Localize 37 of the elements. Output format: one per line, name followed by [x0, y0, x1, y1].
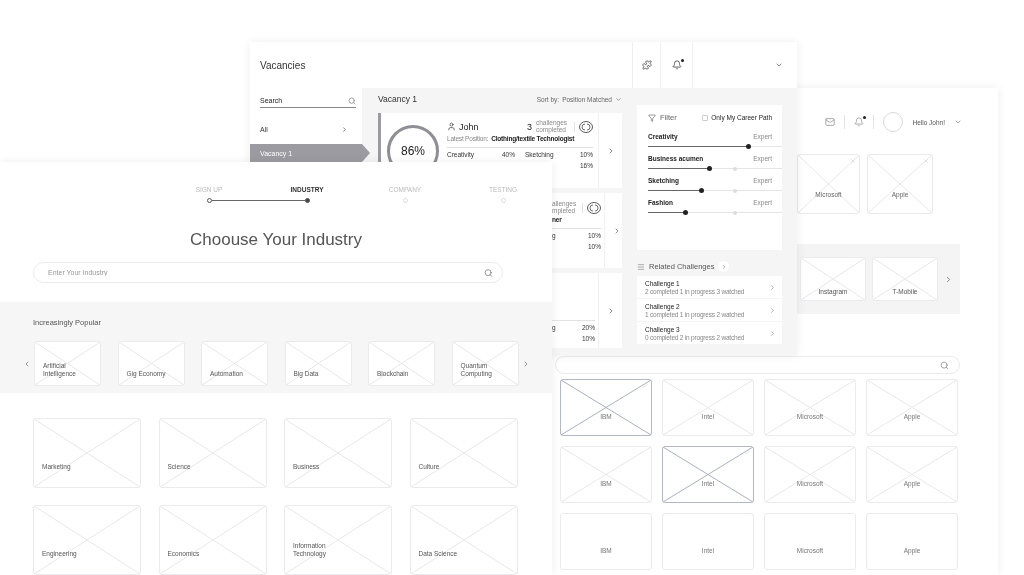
page-title: Choouse Your Industry	[189, 230, 363, 250]
candidate-name: John	[459, 121, 479, 132]
chevron-right-icon	[769, 283, 776, 291]
puzzle-icon[interactable]	[641, 60, 652, 70]
check-icon	[642, 383, 648, 389]
chevron-left-icon[interactable]	[23, 359, 31, 368]
checkbox[interactable]	[702, 114, 709, 121]
section-title: Vacancy 1	[378, 94, 418, 104]
window-title: Vacancies	[260, 59, 307, 71]
placeholder-cross-drawing	[801, 258, 865, 300]
chevron-right-icon	[720, 263, 727, 270]
search-icon[interactable]	[348, 96, 356, 105]
bell-icon[interactable]	[854, 117, 865, 127]
bell-icon[interactable]	[671, 60, 682, 70]
chevron-down-icon[interactable]	[954, 118, 962, 126]
challenge-count: 3	[527, 121, 532, 132]
slider-thumb[interactable]	[707, 166, 713, 171]
chevron-right-icon	[341, 125, 348, 133]
slider-thumb[interactable]	[683, 210, 688, 215]
chevron-down-icon	[615, 95, 622, 103]
rings-icon	[579, 120, 593, 133]
mail-icon[interactable]	[825, 117, 836, 127]
check-icon	[744, 450, 750, 456]
menu-icon	[637, 262, 645, 271]
chevron-right-icon	[769, 306, 776, 314]
chevron-down-icon[interactable]	[775, 61, 783, 69]
search-icon[interactable]	[484, 268, 493, 277]
search-icon[interactable]	[940, 360, 949, 370]
filter-icon	[648, 113, 656, 122]
placeholder-cross-drawing	[868, 155, 932, 213]
chevron-right-icon[interactable]	[944, 274, 953, 284]
chevron-right-icon	[769, 329, 776, 337]
rings-icon	[587, 201, 601, 214]
user-icon	[447, 122, 456, 131]
slider-thumb[interactable]	[699, 188, 705, 193]
slider-thumb[interactable]	[746, 144, 751, 149]
placeholder-cross-drawing	[798, 155, 859, 213]
